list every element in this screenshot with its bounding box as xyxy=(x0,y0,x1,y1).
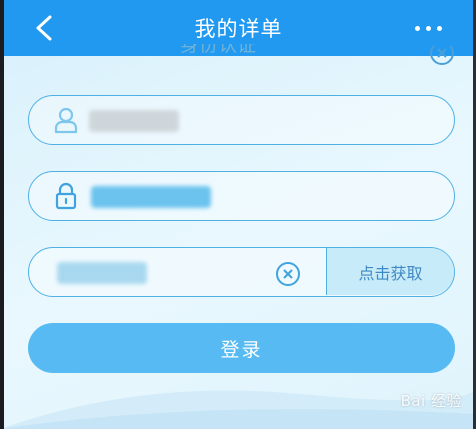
more-dot-icon xyxy=(437,25,442,31)
password-value xyxy=(91,186,211,208)
chevron-left-icon xyxy=(36,15,52,41)
screen: 我的详单 身份认证 点击获取 登录 Bai 经验 xyxy=(0,0,476,429)
more-dot-icon xyxy=(415,25,420,31)
more-button[interactable] xyxy=(415,22,447,34)
verification-code-value xyxy=(57,262,147,284)
more-dot-icon xyxy=(426,25,431,31)
user-icon xyxy=(54,107,78,134)
dialog-title: 身份认证 xyxy=(180,44,257,56)
dialog-close-button[interactable] xyxy=(429,46,455,68)
back-button[interactable] xyxy=(32,14,56,42)
verification-code-field[interactable]: 点击获取 xyxy=(28,247,455,297)
username-field[interactable] xyxy=(28,95,455,145)
get-code-button[interactable]: 点击获取 xyxy=(326,248,454,295)
watermark: Bai 经验 xyxy=(400,392,462,410)
lock-icon xyxy=(55,182,77,210)
clear-icon[interactable] xyxy=(275,261,301,287)
left-edge xyxy=(0,0,4,429)
password-field[interactable] xyxy=(28,171,455,221)
username-value xyxy=(89,110,179,132)
page-title: 我的详单 xyxy=(194,17,283,41)
login-button[interactable]: 登录 xyxy=(28,323,455,373)
close-circle-icon xyxy=(430,46,454,65)
